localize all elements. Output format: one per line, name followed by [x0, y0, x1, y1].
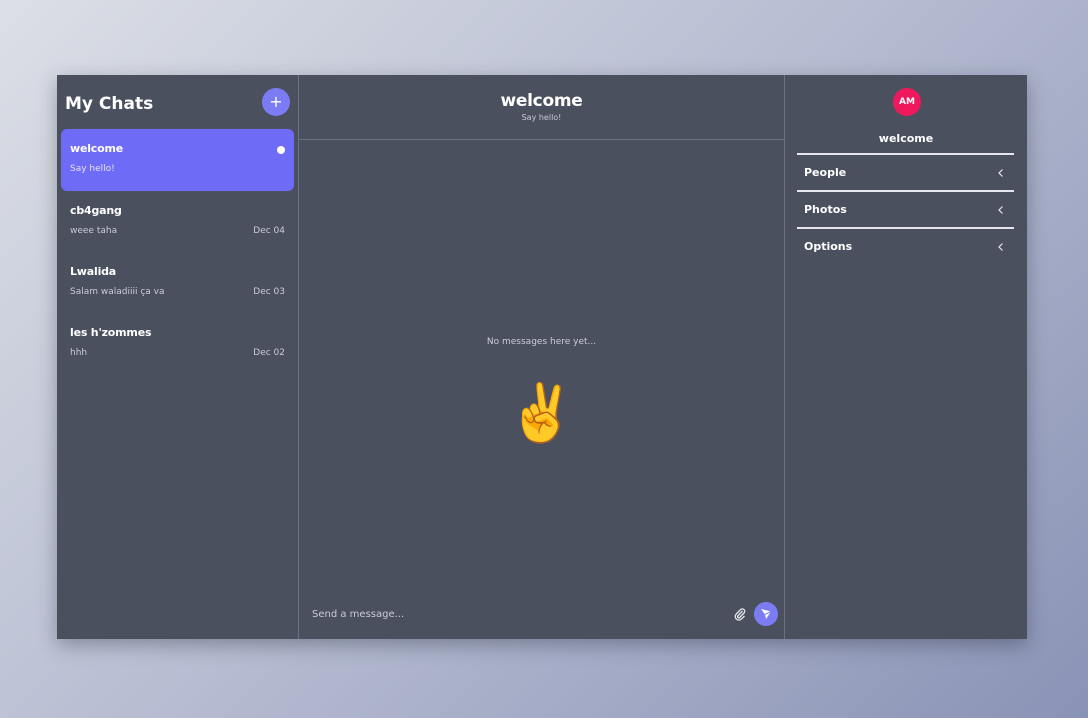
section-label: Options: [804, 240, 853, 253]
chat-item-les-hzommes[interactable]: les h'zommes hhh Dec 02: [61, 313, 294, 374]
chevron-left-icon: [998, 168, 1003, 177]
message-composer: [299, 589, 784, 639]
chat-meta: Salam waladiiii ça va Dec 03: [70, 287, 285, 297]
chat-name: cb4gang: [70, 204, 122, 217]
chat-date: Dec 04: [253, 226, 285, 236]
conversation-panel: welcome Say hello! No messages here yet.…: [299, 75, 785, 639]
chat-meta: Say hello!: [70, 164, 285, 174]
conversation-title: welcome: [500, 91, 583, 111]
chat-name: welcome: [70, 142, 123, 155]
chat-last-message: weee taha: [70, 226, 118, 236]
conversation-header: welcome Say hello!: [299, 75, 784, 140]
send-icon: [761, 609, 772, 619]
avatar[interactable]: AM: [893, 88, 921, 116]
send-button[interactable]: [754, 602, 778, 626]
chat-settings-panel: AM welcome People Photos Options: [785, 75, 1027, 639]
section-label: Photos: [804, 203, 847, 216]
chat-item-cb4gang[interactable]: cb4gang weee taha Dec 04: [61, 191, 294, 252]
chat-list-title: My Chats: [65, 94, 154, 114]
settings-chat-title: welcome: [878, 132, 934, 145]
chat-last-message: Salam waladiiii ça va: [70, 287, 165, 297]
add-chat-button[interactable]: +: [262, 87, 290, 116]
attach-icon[interactable]: [730, 604, 750, 624]
chat-app: My Chats + welcome Say hello! cb4gang we…: [57, 75, 1027, 639]
peace-hand-emoji: ✌️: [506, 381, 577, 446]
message-feed[interactable]: No messages here yet... ✌️: [299, 140, 784, 589]
chat-meta: weee taha Dec 04: [70, 226, 285, 236]
section-photos[interactable]: Photos: [797, 190, 1014, 227]
chevron-left-icon: [998, 205, 1003, 214]
chat-list-header: My Chats +: [57, 75, 298, 129]
chat-name: Lwalida: [70, 265, 117, 278]
chat-item-welcome[interactable]: welcome Say hello!: [61, 129, 294, 191]
chat-date: Dec 03: [253, 287, 285, 297]
chat-date: Dec 02: [253, 348, 285, 358]
chat-meta: hhh Dec 02: [70, 348, 285, 358]
message-input[interactable]: [312, 608, 730, 620]
settings-sections: People Photos Options: [797, 153, 1014, 264]
chat-list-panel: My Chats + welcome Say hello! cb4gang we…: [57, 75, 299, 639]
chevron-left-icon: [998, 242, 1003, 251]
chat-name: les h'zommes: [70, 326, 152, 339]
section-options[interactable]: Options: [797, 227, 1014, 264]
chat-last-message: hhh: [70, 348, 88, 358]
chat-item-lwalida[interactable]: Lwalida Salam waladiiii ça va Dec 03: [61, 252, 294, 313]
section-label: People: [804, 166, 847, 179]
section-people[interactable]: People: [797, 153, 1014, 190]
chat-list: welcome Say hello! cb4gang weee taha Dec…: [57, 129, 298, 374]
conversation-subtitle: Say hello!: [521, 113, 562, 122]
unread-indicator: [277, 146, 285, 154]
empty-state-text: No messages here yet...: [486, 337, 597, 347]
chat-last-message: Say hello!: [70, 164, 115, 174]
